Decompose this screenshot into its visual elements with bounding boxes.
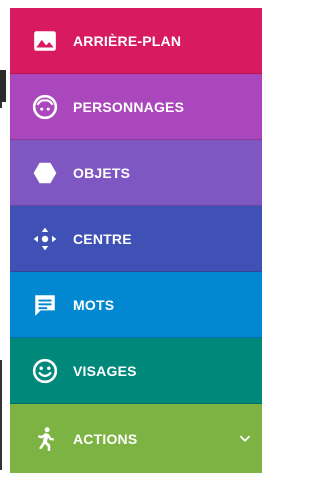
menu-item-label: ACTIONS <box>73 430 138 447</box>
menu-item-label: PERSONNAGES <box>73 98 185 115</box>
move-arrows-icon <box>32 226 58 252</box>
window-edge-line <box>0 360 2 470</box>
hexagon-icon <box>32 160 58 186</box>
menu-item-arriere-plan[interactable]: ARRIÈRE-PLAN <box>10 8 262 74</box>
menu-item-label: VISAGES <box>73 362 137 379</box>
category-menu: ARRIÈRE-PLAN PERSONNAGES OBJETS CENTRE M… <box>10 8 262 477</box>
screen: ARRIÈRE-PLAN PERSONNAGES OBJETS CENTRE M… <box>0 0 262 477</box>
menu-item-label: MOTS <box>73 296 115 313</box>
menu-item-mots[interactable]: MOTS <box>10 272 262 338</box>
speech-bubble-icon <box>32 292 58 318</box>
menu-item-label: ARRIÈRE-PLAN <box>73 32 182 49</box>
smiley-icon <box>32 358 58 384</box>
menu-item-label: OBJETS <box>73 164 131 181</box>
window-edge-line <box>0 102 2 108</box>
menu-item-visages[interactable]: VISAGES <box>10 338 262 404</box>
image-icon <box>32 28 58 54</box>
menu-item-centre[interactable]: CENTRE <box>10 206 262 272</box>
character-face-icon <box>32 94 58 120</box>
menu-item-objets[interactable]: OBJETS <box>10 140 262 206</box>
window-edge <box>0 70 6 102</box>
chevron-down-icon[interactable] <box>238 432 252 446</box>
running-person-icon <box>32 426 58 452</box>
menu-item-actions[interactable]: ACTIONS <box>10 404 262 473</box>
menu-item-personnages[interactable]: PERSONNAGES <box>10 74 262 140</box>
menu-item-label: CENTRE <box>73 230 132 247</box>
